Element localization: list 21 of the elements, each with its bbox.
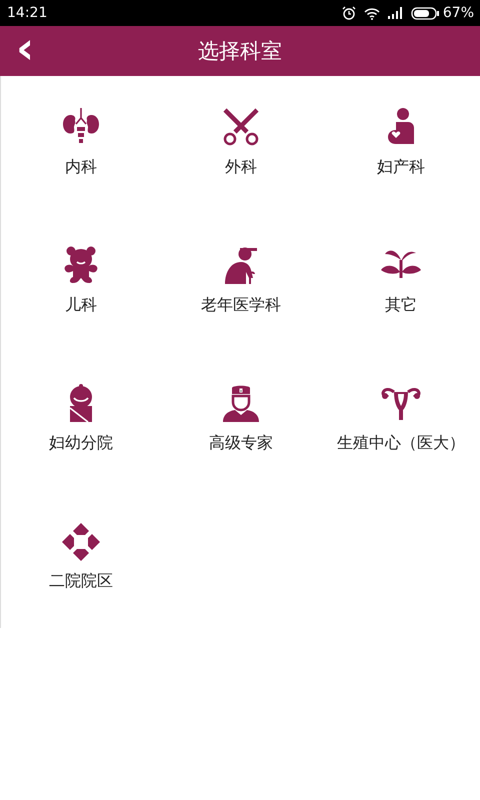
department-button[interactable]: 妇幼分院 xyxy=(49,352,113,454)
department-button[interactable]: 高级专家 xyxy=(209,352,273,454)
page-title: 选择科室 xyxy=(198,38,282,65)
back-button[interactable]: ‹ xyxy=(10,29,40,69)
scissors-icon xyxy=(221,108,261,148)
department-button[interactable]: 内科 xyxy=(61,76,101,178)
alarm-clock-icon xyxy=(342,6,356,20)
medical-cross-icon xyxy=(61,522,101,562)
clock-time: 14:21 xyxy=(7,5,48,21)
battery-percentage: 67% xyxy=(442,5,474,21)
department-button[interactable]: 妇产科 xyxy=(377,76,425,178)
doctor-icon xyxy=(221,384,261,424)
department-button[interactable]: 生殖中心（医大） xyxy=(337,352,465,454)
department-button[interactable]: 老年医学科 xyxy=(201,214,281,316)
department-button[interactable]: 儿科 xyxy=(61,214,101,316)
department-button[interactable]: 其它 xyxy=(381,214,421,316)
signal-icon xyxy=(388,7,403,19)
department-button[interactable]: 外科 xyxy=(221,76,261,178)
department-button[interactable]: 二院院区 xyxy=(49,490,113,592)
battery-icon xyxy=(410,6,440,20)
wifi-icon xyxy=(364,6,380,20)
